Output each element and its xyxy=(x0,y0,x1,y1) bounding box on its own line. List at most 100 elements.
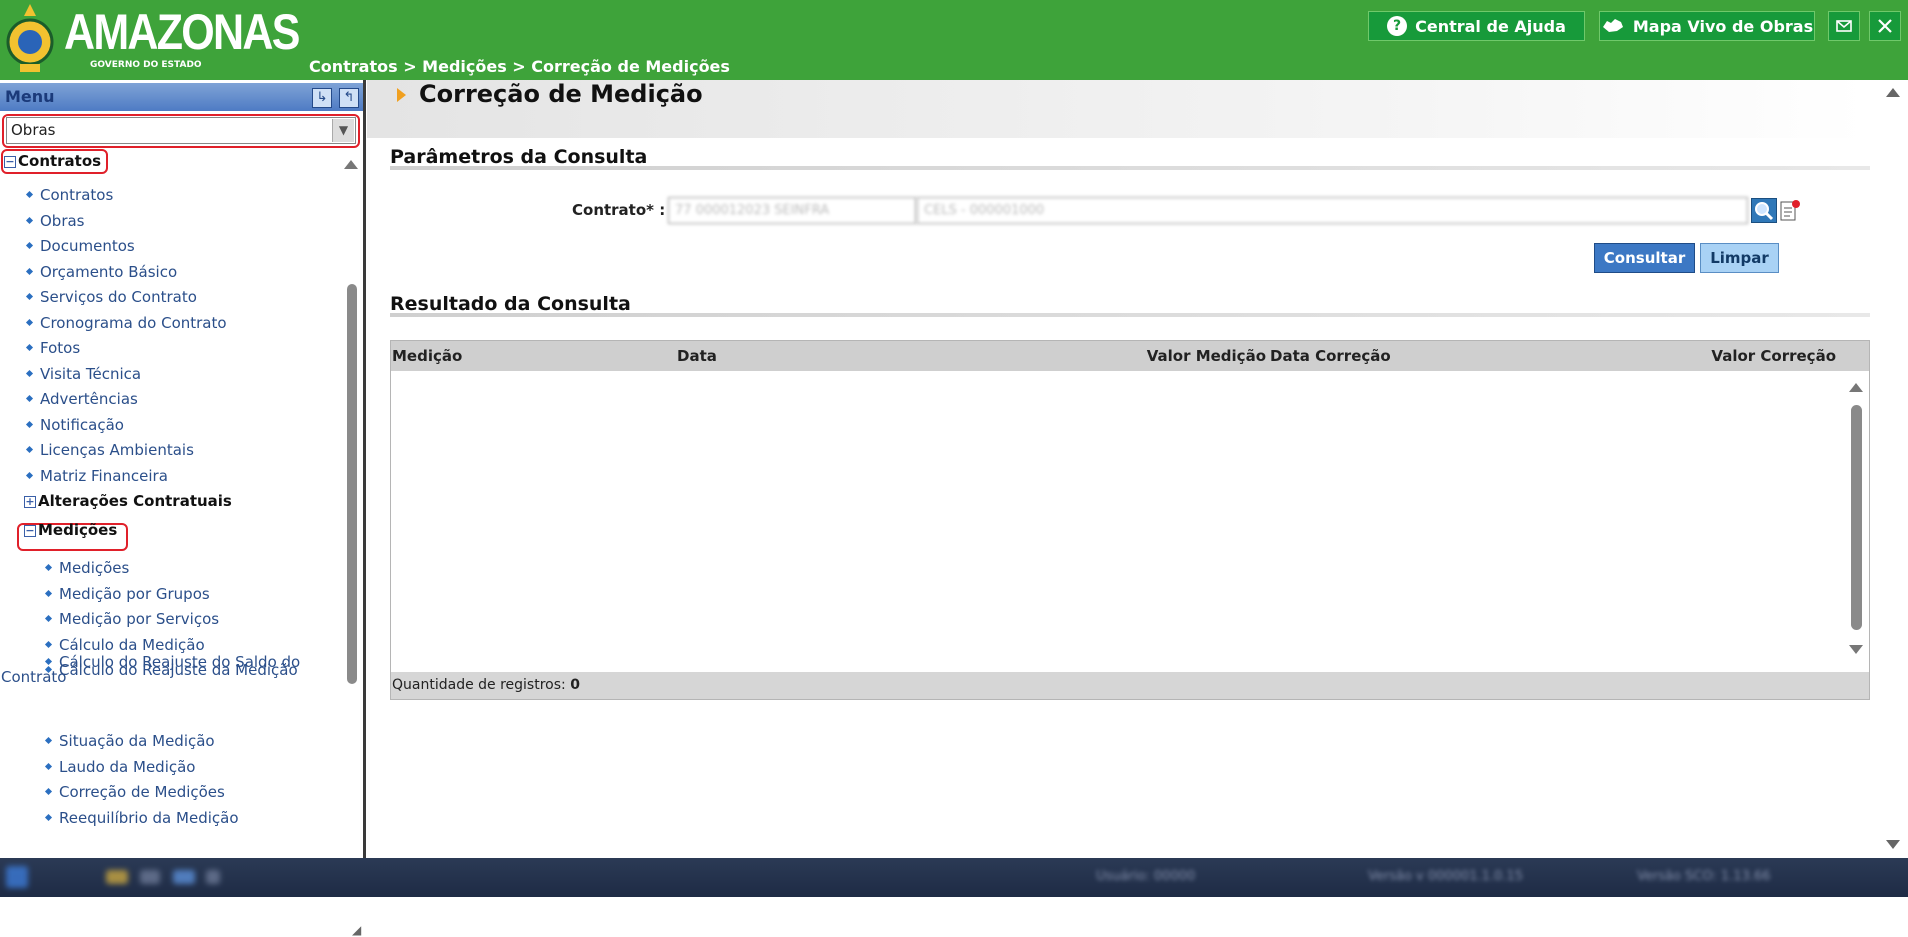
folder-icon[interactable] xyxy=(106,870,128,884)
version-status: Versão v 000001.1.0.15 xyxy=(1368,869,1523,884)
chevron-down-icon: ▼ xyxy=(332,119,354,142)
bullet-icon xyxy=(25,369,34,377)
help-center-label: Central de Ajuda xyxy=(1415,16,1566,36)
tree-group-alteracoes[interactable]: + Alterações Contratuais xyxy=(24,492,232,510)
sidebar-item-contratos-3[interactable]: Orçamento Básico xyxy=(25,263,177,281)
sidebar-item-contratos-10[interactable]: Licenças Ambientais xyxy=(25,441,194,459)
col-data-correcao[interactable]: Data Correção xyxy=(1270,347,1391,365)
envelope-icon xyxy=(1836,20,1852,32)
sidebar-item-label: Advertências xyxy=(40,390,138,408)
sidebar-item-medicoes-after-2[interactable]: Correção de Medições xyxy=(44,783,225,801)
scroll-up-icon[interactable] xyxy=(1849,383,1863,392)
tree-group-label: Alterações Contratuais xyxy=(38,492,232,510)
sidebar-item-contratos-2[interactable]: Documentos xyxy=(25,237,135,255)
tree-group-contratos[interactable]: − Contratos xyxy=(4,152,101,170)
sidebar-item-contratos-11[interactable]: Matriz Financeira xyxy=(25,467,168,485)
sidebar-item-label: Serviços do Contrato xyxy=(40,288,197,306)
live-map-label: Mapa Vivo de Obras xyxy=(1632,16,1814,36)
taskbar-icon[interactable] xyxy=(206,870,220,884)
sidebar-item-contratos-5[interactable]: Cronograma do Contrato xyxy=(25,313,227,332)
contrato-code-field[interactable]: 77 000012023 SEINFRA xyxy=(668,197,916,224)
sidebar-item-label: Fotos xyxy=(40,339,81,357)
sidebar-item-medicoes-3[interactable]: Cálculo da Medição xyxy=(44,636,205,654)
contrato-name-field[interactable]: CELS - 000001000 xyxy=(917,197,1748,224)
sidebar-item-label: Reequilíbrio da Medição xyxy=(59,808,239,827)
tree-group-label: Contratos xyxy=(18,152,102,170)
col-data[interactable]: Data xyxy=(677,347,717,365)
collapse-icon: − xyxy=(4,155,16,168)
window-icon[interactable] xyxy=(173,870,195,884)
sidebar-item-label: Correção de Medições xyxy=(59,783,225,801)
bullet-icon xyxy=(25,216,34,224)
sidebar-item-reajuste-saldo[interactable]: Cálculo do Reajuste do Saldo do xyxy=(44,653,300,671)
sidebar-item-label: Documentos xyxy=(40,237,135,255)
start-icon[interactable] xyxy=(6,866,28,888)
sidebar-item-medicoes-after-1[interactable]: Laudo da Medição xyxy=(44,757,196,776)
table-scrollbar[interactable] xyxy=(1849,383,1863,655)
sidebar-item-label: Situação da Medição xyxy=(59,732,215,750)
bullet-icon xyxy=(25,318,34,326)
sidebar-item-medicoes-after-3[interactable]: Reequilíbrio da Medição xyxy=(44,808,239,827)
sidebar-item-label: Contratos xyxy=(40,186,114,204)
contrato-label: Contrato* : xyxy=(572,201,666,219)
sidebar-item-contratos-4[interactable]: Serviços do Contrato xyxy=(25,288,197,306)
sidebar-item-label: Medições xyxy=(59,559,130,577)
sidebar-item-contratos-0[interactable]: Contratos xyxy=(25,186,114,204)
mail-button[interactable] xyxy=(1828,11,1860,41)
records-label: Quantidade de registros: xyxy=(392,677,566,693)
bullet-icon xyxy=(44,813,53,821)
search-icon[interactable] xyxy=(1751,198,1777,223)
taskbar-icon[interactable] xyxy=(140,870,160,884)
bullet-icon xyxy=(44,563,53,572)
scroll-down-icon[interactable] xyxy=(1886,840,1900,849)
page-scrollbar[interactable] xyxy=(1886,88,1900,850)
bullet-icon xyxy=(44,589,53,597)
sidebar-item-label: Cronograma do Contrato xyxy=(40,313,227,332)
help-center-button[interactable]: ? Central de Ajuda xyxy=(1368,11,1585,41)
sidebar-item-contratos-8[interactable]: Advertências xyxy=(25,390,138,408)
breadcrumb: Contratos > Medições > Correção de Mediç… xyxy=(309,57,730,76)
results-table: Medição Data Valor Medição Data Correção… xyxy=(390,340,1870,700)
scroll-thumb[interactable] xyxy=(1851,405,1862,630)
sidebar-item-contratos-6[interactable]: Fotos xyxy=(25,339,81,357)
sidebar-item-medicoes-1[interactable]: Medição por Grupos xyxy=(44,584,210,603)
sidebar-scrollbar[interactable] xyxy=(344,160,358,900)
limpar-button[interactable]: Limpar xyxy=(1700,243,1779,273)
scroll-down-icon[interactable] xyxy=(1849,645,1863,654)
scroll-up-icon[interactable] xyxy=(1886,88,1900,97)
scroll-up-icon[interactable] xyxy=(344,160,358,169)
main-content: Correção de Medição Parâmetros da Consul… xyxy=(367,80,1908,858)
sidebar-item-label: Medição por Grupos xyxy=(59,584,210,603)
col-valor-correcao[interactable]: Valor Correção xyxy=(1691,347,1836,365)
page-title: Correção de Medição xyxy=(419,80,703,108)
consultar-button[interactable]: Consultar xyxy=(1594,243,1695,273)
sidebar-item-label: Laudo da Medição xyxy=(59,757,196,776)
table-footer: Quantidade de registros: 0 xyxy=(391,672,1869,699)
live-map-button[interactable]: Mapa Vivo de Obras xyxy=(1599,11,1815,41)
menu-detach-icon[interactable]: ↳ xyxy=(312,88,332,108)
resize-grip-icon[interactable]: ◢ xyxy=(352,923,361,937)
sidebar-item-label: Visita Técnica xyxy=(40,364,142,383)
col-medicao[interactable]: Medição xyxy=(392,347,462,365)
menu-title: Menu xyxy=(5,87,55,106)
sidebar-item-medicoes-2[interactable]: Medição por Serviços xyxy=(44,610,219,628)
sidebar-item-medicoes-0[interactable]: Medições xyxy=(44,559,130,577)
close-button[interactable] xyxy=(1869,11,1901,41)
module-select-value: Obras xyxy=(11,121,56,139)
sidebar-item-reajuste-saldo-cont[interactable]: Contrato xyxy=(1,668,66,686)
tree-group-medicoes[interactable]: − Medições xyxy=(24,521,117,539)
sidebar-item-medicoes-after-0[interactable]: Situação da Medição xyxy=(44,732,215,750)
sidebar-item-contratos-7[interactable]: Visita Técnica xyxy=(25,364,142,383)
clear-field-icon[interactable] xyxy=(1779,198,1801,223)
bullet-icon xyxy=(44,736,53,745)
sco-version-status: Versão SCO: 1.13.66 xyxy=(1637,869,1771,884)
sidebar-menu: Menu ↳ ↰ Obras ▼ − Contratos Contratos Obr… xyxy=(0,80,366,937)
module-select[interactable]: Obras ▼ xyxy=(6,117,356,144)
col-valor-medicao[interactable]: Valor Medição xyxy=(1146,347,1266,365)
sidebar-item-contratos-9[interactable]: Notificação xyxy=(25,416,124,434)
sidebar-item-label: Licenças Ambientais xyxy=(40,441,194,459)
scroll-thumb[interactable] xyxy=(347,284,357,684)
logo-title: AMAZONAS xyxy=(64,4,300,60)
sidebar-item-contratos-1[interactable]: Obras xyxy=(25,212,85,230)
menu-collapse-icon[interactable]: ↰ xyxy=(339,88,359,108)
